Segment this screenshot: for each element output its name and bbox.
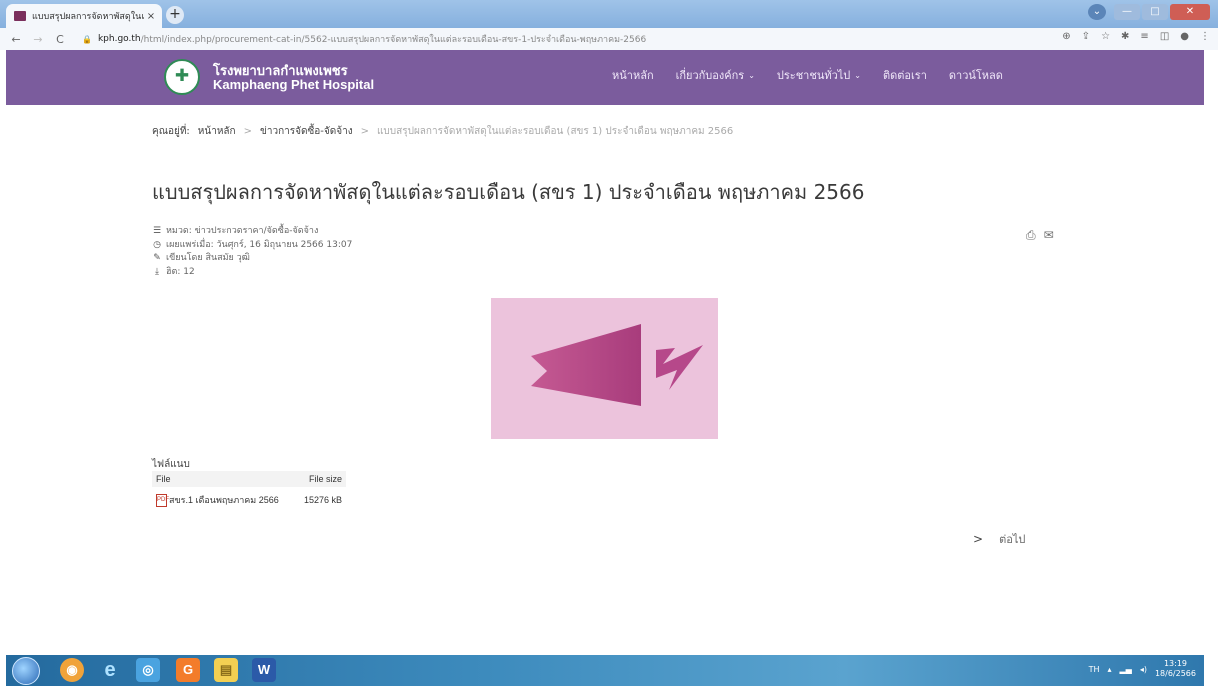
menu-item-home[interactable]: หน้าหลัก xyxy=(612,66,654,84)
meta-category: ☰ หมวด: ข่าวประกวดราคา/จัดซื้อ-จัดจ้าง xyxy=(152,225,352,239)
file-link[interactable]: สขร.1 เดือนพฤษภาคม 2566 xyxy=(169,495,279,505)
internet-explorer-icon[interactable]: e xyxy=(98,658,122,682)
profile-icon[interactable]: ● xyxy=(1180,31,1189,42)
media-player-icon[interactable]: ◉ xyxy=(60,658,84,682)
network-icon[interactable]: ▂▄ xyxy=(1120,665,1132,674)
meta-published: ◷ เผยแพร่เมื่อ: วันศุกร์, 16 มิถุนายน 25… xyxy=(152,239,352,253)
file-explorer-icon[interactable]: ▤ xyxy=(214,658,238,682)
table-header-row: File File size xyxy=(152,471,346,487)
site-favicon-icon xyxy=(14,11,26,21)
bookmark-star-icon[interactable]: ☆ xyxy=(1101,31,1110,42)
language-indicator[interactable]: TH xyxy=(1089,665,1100,674)
article-image xyxy=(491,298,718,439)
windows-taskbar: ◉ e ◎ G ▤ W TH ▴ ▂▄ ◂) 13:19 18/6/2566 xyxy=(6,655,1204,686)
tab-title: แบบสรุปผลการจัดหาพัสดุในแต่ละรอบเ... xyxy=(32,12,144,22)
chevron-right-icon: > xyxy=(973,532,984,546)
back-arrow-icon[interactable]: ← xyxy=(8,33,24,46)
column-header-size: File size xyxy=(295,471,346,487)
extensions-icon[interactable]: ✱ xyxy=(1121,31,1129,42)
download-icon: ⤓ xyxy=(155,266,159,277)
clock[interactable]: 13:19 18/6/2566 xyxy=(1155,659,1196,679)
author-text: เขียนโดย สินสมัย วุฒิ xyxy=(166,253,250,263)
menu-item-download[interactable]: ดาวน์โหลด xyxy=(949,66,1003,84)
lock-icon: 🔒 xyxy=(82,34,92,44)
file-size-cell: 15276 kB xyxy=(303,495,342,506)
browser-tab[interactable]: แบบสรุปผลการจัดหาพัสดุในแต่ละรอบเ... × xyxy=(6,4,162,28)
reload-icon[interactable]: C xyxy=(52,33,68,46)
tab-search-chevron-icon[interactable]: ⌄ xyxy=(1088,4,1106,20)
word-icon[interactable]: W xyxy=(252,658,276,682)
menu-item-label: หน้าหลัก xyxy=(612,69,654,82)
minimize-button[interactable]: — xyxy=(1114,4,1140,20)
menu-item-public[interactable]: ประชาชนทั่วไป ⌄ xyxy=(777,66,861,84)
maximize-button[interactable]: □ xyxy=(1142,4,1168,20)
menu-item-contact[interactable]: ติดต่อเรา xyxy=(883,66,927,84)
meta-author: ✎ เขียนโดย สินสมัย วุฒิ xyxy=(152,252,352,266)
megaphone-icon xyxy=(531,324,703,406)
browser-tab-strip: แบบสรุปผลการจัดหาพัสดุในแต่ละรอบเ... × +… xyxy=(0,0,1218,28)
window-controls: ⌄ — □ ✕ xyxy=(1088,4,1210,20)
volume-icon[interactable]: ◂) xyxy=(1140,665,1147,674)
article-meta: ☰ หมวด: ข่าวประกวดราคา/จัดซื้อ-จัดจ้าง ◷… xyxy=(152,225,352,279)
chrome-taskbar-icon[interactable]: ◎ xyxy=(136,658,160,682)
print-icon[interactable]: ⎙ xyxy=(1026,228,1036,243)
menu-item-label: ดาวน์โหลด xyxy=(948,69,1003,82)
attachments-label: ไฟล์แนบ xyxy=(152,459,190,470)
breadcrumb-prefix: คุณอยู่ที่: xyxy=(152,126,190,137)
category-text[interactable]: หมวด: ข่าวประกวดราคา/จัดซื้อ-จัดจ้าง xyxy=(166,225,318,239)
breadcrumb-category-link[interactable]: ข่าวการจัดซื้อ-จัดจ้าง xyxy=(260,124,353,139)
menu-item-about[interactable]: เกี่ยวกับองค์กร ⌄ xyxy=(676,66,755,84)
menu-item-label: เกี่ยวกับองค์กร xyxy=(675,69,745,82)
url-path: /html/index.php/procurement-cat-in/5562-… xyxy=(140,35,647,45)
next-label: ต่อไป xyxy=(999,533,1026,546)
file-cell[interactable]: PDFสขร.1 เดือนพฤษภาคม 2566 xyxy=(152,487,295,510)
hits-text: ฮิต: 12 xyxy=(166,266,195,277)
hospital-name-english[interactable]: Kamphaeng Phet Hospital xyxy=(213,77,374,92)
next-article-link[interactable]: > ต่อไป xyxy=(973,530,1025,548)
new-tab-button[interactable]: + xyxy=(166,6,184,24)
app-taskbar-icon[interactable]: G xyxy=(176,658,200,682)
breadcrumb: คุณอยู่ที่: หน้าหลัก > ข่าวการจัดซื้อ-จั… xyxy=(152,124,733,139)
tray-arrow-icon[interactable]: ▴ xyxy=(1108,665,1112,674)
menu-item-label: ประชาชนทั่วไป xyxy=(776,69,851,82)
system-tray: TH ▴ ▂▄ ◂) 13:19 18/6/2566 xyxy=(1089,659,1196,679)
chevron-down-icon: ⌄ xyxy=(748,70,755,80)
meta-hits: ⤓ ฮิต: 12 xyxy=(152,266,352,280)
side-panel-icon[interactable]: ◫ xyxy=(1160,31,1169,42)
reading-list-icon[interactable]: ≡ xyxy=(1140,31,1148,42)
breadcrumb-separator: > xyxy=(360,126,369,137)
share-icon[interactable]: ⇪ xyxy=(1082,31,1090,42)
browser-toolbar-icons: ⊕ ⇪ ☆ ✱ ≡ ◫ ● ⋮ xyxy=(1062,31,1210,42)
start-button[interactable] xyxy=(12,657,40,685)
pencil-icon: ✎ xyxy=(153,253,161,263)
pdf-file-icon: PDF xyxy=(156,494,169,508)
page-title: แบบสรุปผลการจัดหาพัสดุในแต่ละรอบเดือน (ส… xyxy=(152,180,865,204)
main-menu: หน้าหลัก เกี่ยวกับองค์กร ⌄ ประชาชนทั่วไป ⌄… xyxy=(612,66,1003,84)
attachments-table: File File size PDFสขร.1 เดือนพฤษภาคม 256… xyxy=(152,471,346,510)
table-row: PDFสขร.1 เดือนพฤษภาคม 2566 15276 kB xyxy=(152,487,346,510)
address-bar: ← → C 🔒 kph.go.th /html/index.php/procur… xyxy=(0,28,1218,50)
column-header-file: File xyxy=(152,471,296,487)
article-tools: ⎙ ✉ xyxy=(1026,228,1054,243)
site-header: ✚ โรงพยาบาลกำแพงเพชร Kamphaeng Phet Hosp… xyxy=(6,50,1204,105)
forward-arrow-icon[interactable]: → xyxy=(30,33,46,46)
clock-time: 13:19 xyxy=(1163,659,1188,668)
url-field[interactable]: 🔒 kph.go.th /html/index.php/procurement-… xyxy=(82,32,646,46)
breadcrumb-separator: > xyxy=(243,126,253,137)
published-text: เผยแพร่เมื่อ: วันศุกร์, 16 มิถุนายน 2566… xyxy=(166,239,353,250)
clock-icon: ◷ xyxy=(153,239,161,250)
breadcrumb-current: แบบสรุปผลการจัดหาพัสดุในแต่ละรอบเดือน (ส… xyxy=(376,126,734,137)
menu-item-label: ติดต่อเรา xyxy=(882,69,927,82)
chevron-down-icon: ⌄ xyxy=(854,70,861,80)
close-window-button[interactable]: ✕ xyxy=(1170,4,1210,20)
folder-icon: ☰ xyxy=(152,226,162,236)
breadcrumb-home-link[interactable]: หน้าหลัก xyxy=(198,124,236,139)
url-domain: kph.go.th xyxy=(97,34,141,44)
zoom-icon[interactable]: ⊕ xyxy=(1062,31,1070,42)
email-icon[interactable]: ✉ xyxy=(1044,228,1054,243)
close-tab-icon[interactable]: × xyxy=(144,11,158,22)
ministry-logo-icon[interactable]: ✚ xyxy=(164,59,200,95)
kebab-menu-icon[interactable]: ⋮ xyxy=(1200,31,1210,42)
clock-date: 18/6/2566 xyxy=(1154,669,1196,678)
